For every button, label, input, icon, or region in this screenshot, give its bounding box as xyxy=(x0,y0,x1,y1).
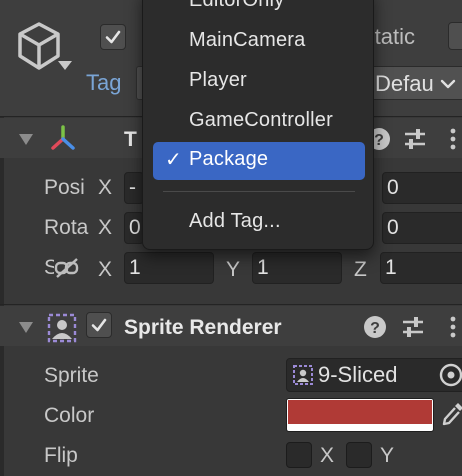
rotation-z-value: 0 xyxy=(387,216,399,239)
layer-value: Defau xyxy=(375,71,434,96)
foldout-triangle-icon[interactable] xyxy=(18,132,34,146)
scale-x-field[interactable]: 1 xyxy=(124,252,214,284)
position-x-field[interactable]: - xyxy=(124,172,144,204)
scale-y-label: Y xyxy=(226,258,241,281)
scale-y-value: 1 xyxy=(257,256,269,279)
scale-y-field[interactable]: 1 xyxy=(252,252,342,284)
object-picker-icon[interactable] xyxy=(438,362,462,388)
rotation-x-field[interactable]: 0 xyxy=(124,212,144,244)
flip-label: Flip xyxy=(44,444,78,467)
sprite-renderer-title: Sprite Renderer xyxy=(124,316,282,339)
sprite-label: Sprite xyxy=(44,364,99,387)
tag-label: Tag xyxy=(86,70,122,95)
menu-item-label: Add Tag... xyxy=(189,210,281,232)
section-divider xyxy=(0,304,462,305)
menu-item-add-tag[interactable]: Add Tag... xyxy=(153,204,365,242)
position-x-label: X xyxy=(98,176,113,199)
help-icon[interactable]: ? xyxy=(362,314,388,340)
position-z-value: 0 xyxy=(387,176,399,199)
more-options-icon[interactable] xyxy=(440,126,462,152)
rotation-label: Rota xyxy=(44,216,89,239)
color-label: Color xyxy=(44,404,95,427)
color-swatch[interactable] xyxy=(288,400,432,424)
transform-axes-icon xyxy=(51,125,75,150)
static-checkbox[interactable] xyxy=(448,22,462,50)
flip-y-checkbox[interactable] xyxy=(346,442,372,468)
constrain-proportions-link-icon[interactable] xyxy=(54,256,80,280)
scale-z-label: Z xyxy=(354,258,367,281)
flip-y-label: Y xyxy=(380,444,395,467)
scale-x-value: 1 xyxy=(129,256,141,279)
rotation-z-field[interactable]: 0 xyxy=(382,212,462,244)
menu-item-label: MainCamera xyxy=(189,29,306,51)
menu-item-editoronly[interactable]: EditorOnly xyxy=(153,0,365,21)
rotation-x-label: X xyxy=(98,216,113,239)
preset-sliders-icon[interactable] xyxy=(400,314,426,340)
sprite-renderer-enabled-checkbox[interactable] xyxy=(86,312,112,338)
menu-item-label: GameController xyxy=(189,109,333,131)
position-x-value: - xyxy=(129,176,136,199)
menu-separator xyxy=(163,191,355,192)
sprite-value: 9-Sliced xyxy=(318,362,398,387)
svg-text:?: ? xyxy=(374,132,384,149)
rotation-x-value: 0 xyxy=(129,216,141,239)
checkmark-icon xyxy=(105,30,121,44)
scale-label: S xyxy=(44,256,54,279)
menu-item-gamecontroller[interactable]: GameController xyxy=(153,103,365,141)
flip-x-label: X xyxy=(320,444,335,467)
transform-title: T xyxy=(124,128,137,151)
tag-dropdown-menu: EditorOnly MainCamera Player GameControl… xyxy=(142,0,374,250)
scale-z-value: 1 xyxy=(385,256,397,279)
checkmark-icon xyxy=(91,318,107,332)
menu-item-label: Package xyxy=(189,148,269,170)
menu-item-maincamera[interactable]: MainCamera xyxy=(153,23,365,61)
sprite-renderer-icon xyxy=(47,313,77,343)
icon-dropdown-caret-icon[interactable] xyxy=(56,58,74,72)
position-label: Posi xyxy=(44,176,85,199)
chevron-down-icon xyxy=(440,79,456,89)
position-z-field[interactable]: 0 xyxy=(382,172,462,204)
more-options-icon[interactable] xyxy=(440,314,462,340)
menu-item-package[interactable]: ✓ Package xyxy=(153,142,365,180)
checkmark-icon: ✓ xyxy=(165,149,182,171)
svg-text:?: ? xyxy=(370,320,380,337)
active-checkbox[interactable] xyxy=(100,24,126,50)
flip-x-checkbox[interactable] xyxy=(286,442,312,468)
preset-sliders-icon[interactable] xyxy=(402,126,428,152)
eyedropper-icon[interactable] xyxy=(440,400,462,428)
menu-item-label: EditorOnly xyxy=(189,0,285,11)
menu-item-label: Player xyxy=(189,69,247,91)
sprite-asset-icon xyxy=(293,365,313,385)
scale-x-label: X xyxy=(98,258,113,281)
scale-z-field[interactable]: 1 xyxy=(380,252,462,284)
foldout-triangle-icon[interactable] xyxy=(18,320,34,334)
menu-item-player[interactable]: Player xyxy=(153,63,365,101)
